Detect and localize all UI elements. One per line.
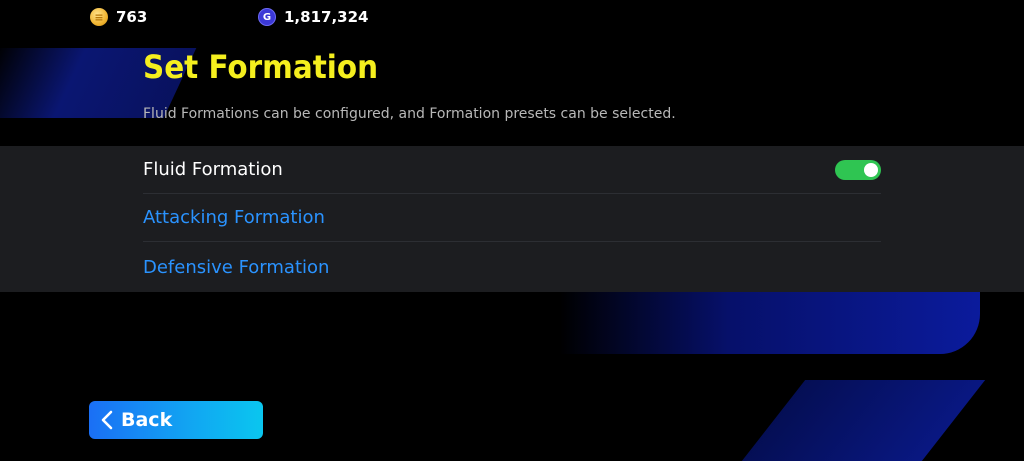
fluid-formation-row[interactable]: Fluid Formation xyxy=(143,146,881,194)
gp-icon: G xyxy=(258,8,276,26)
defensive-formation-label: Defensive Formation xyxy=(143,256,330,278)
coins-balance: ≡ 763 xyxy=(90,8,147,26)
coin-icon: ≡ xyxy=(90,8,108,26)
page-title: Set Formation xyxy=(143,48,379,86)
page-subtitle: Fluid Formations can be configured, and … xyxy=(143,106,676,122)
coins-value: 763 xyxy=(116,8,148,26)
settings-panel: Fluid Formation Attacking Formation Defe… xyxy=(0,146,1024,292)
background-stripe-lower xyxy=(734,380,986,461)
gp-balance: G 1,817,324 xyxy=(258,8,368,26)
chevron-left-icon xyxy=(101,410,113,430)
gp-value: 1,817,324 xyxy=(284,8,369,26)
defensive-formation-link[interactable]: Defensive Formation xyxy=(143,243,881,291)
back-button[interactable]: Back xyxy=(89,401,263,439)
toggle-knob xyxy=(864,163,878,177)
attacking-formation-label: Attacking Formation xyxy=(143,207,325,228)
fluid-formation-label: Fluid Formation xyxy=(143,159,283,180)
fluid-formation-toggle[interactable] xyxy=(835,160,881,180)
formation-settings-screen: ≡ 763 G 1,817,324 Set Formation Fluid Fo… xyxy=(0,0,1024,461)
attacking-formation-link[interactable]: Attacking Formation xyxy=(143,194,881,242)
back-label: Back xyxy=(121,409,173,431)
background-stripe-right xyxy=(560,292,980,354)
